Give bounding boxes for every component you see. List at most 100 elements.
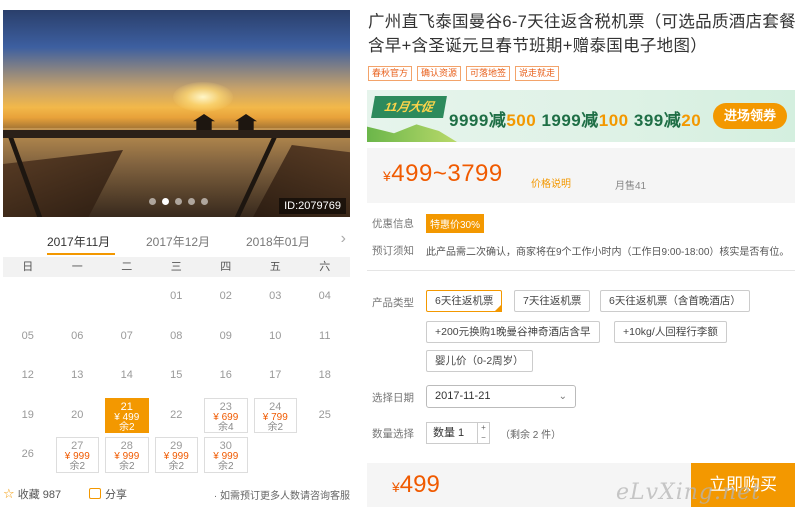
product-tag: 春秋官方 — [368, 66, 413, 81]
share-button[interactable]: 分享 — [89, 486, 127, 502]
day-number: 23 — [219, 400, 232, 413]
calendar-day-available[interactable]: 24 ¥ 799 余2 — [253, 397, 297, 433]
calendar-day: 01 — [170, 290, 183, 302]
calendar-day: 03 — [269, 290, 282, 302]
product-tags: 春秋官方 确认资源 可落地签 说走就走 — [368, 66, 560, 81]
slide-indicators[interactable] — [149, 198, 208, 205]
calendar-day: 15 — [170, 369, 183, 381]
calendar-day: 09 — [219, 329, 232, 342]
monthly-sales: 月售41 — [615, 181, 647, 192]
pavilion-left — [193, 114, 215, 130]
claim-coupon-button[interactable]: 进场领券 — [713, 103, 787, 129]
left-column: ID:2079769 2017年11月 2017年12月 2018年01月 › … — [0, 0, 352, 532]
day-remaining: 余4 — [217, 421, 234, 433]
product-type-label: 产品类型 — [372, 297, 414, 309]
calendar-day-available[interactable]: 29 ¥ 999 余2 — [154, 437, 198, 473]
pier-far — [3, 130, 350, 138]
day-remaining: 余2 — [118, 421, 135, 433]
slide-dot[interactable] — [162, 198, 169, 205]
deal-discount: 20 — [681, 111, 702, 130]
chevron-right-icon[interactable]: › — [341, 230, 346, 248]
promo-badge: 特惠价30% — [426, 214, 485, 233]
product-type-option[interactable]: 6天往返机票（含首晚酒店） — [600, 290, 750, 312]
calendar-day: 18 — [318, 369, 331, 381]
calendar-day-available[interactable]: 21 ¥ 499 余2 — [105, 397, 149, 433]
calendar-day: 02 — [219, 290, 232, 302]
tab-month-3[interactable]: 2018年01月 — [246, 233, 310, 250]
product-type-option[interactable]: 6天往返机票 — [426, 290, 503, 312]
tab-month-2[interactable]: 2017年12月 — [146, 233, 210, 250]
quantity-stepper[interactable]: 数量 1 + − — [426, 422, 490, 444]
slide-dot[interactable] — [175, 198, 182, 205]
photo-id-label: ID:2079769 — [279, 198, 346, 214]
price-explain-link[interactable]: 价格说明 — [531, 175, 571, 190]
calendar-day: 14 — [120, 369, 133, 381]
favorite-button[interactable]: ☆ 收藏 987 — [3, 486, 61, 502]
calendar-empty — [102, 277, 152, 317]
calendar-grid: 01 02 03 04 05 06 07 08 09 10 11 12 13 14 15 16 17 18 19 20… — [3, 277, 350, 475]
weekday-label: 五 — [269, 261, 281, 273]
promo-label: 优惠信息 — [372, 218, 414, 230]
calendar: 日 一 二 三 四 五 六 01 02 03 04 05 06 07 08 09 10 11 12 13 14 15 16… — [3, 257, 350, 475]
calendar-day: 04 — [318, 290, 331, 302]
favorite-label: 收藏 987 — [17, 489, 62, 501]
calendar-day-available[interactable]: 30 ¥ 999 余2 — [204, 437, 248, 473]
deal-threshold: 399减 — [633, 111, 682, 130]
day-price: ¥ 499 — [114, 411, 140, 423]
day-remaining: 余2 — [118, 461, 135, 472]
active-month-underline — [47, 253, 115, 255]
day-price: ¥ 699 — [213, 411, 239, 423]
calendar-day: 17 — [269, 369, 282, 381]
calendar-day: 11 — [319, 329, 331, 342]
calendar-day: 26 — [21, 448, 34, 460]
calendar-day: 19 — [21, 408, 34, 421]
product-title: 广州直飞泰国曼谷6-7天往返含税机票（可选品质酒店套餐含早+含圣诞元旦春节班期+… — [368, 13, 796, 55]
calendar-day: 16 — [219, 369, 232, 381]
banner-badge: 11月大促 — [371, 96, 447, 118]
product-type-option[interactable]: 7天往返机票 — [514, 290, 591, 312]
product-type-option[interactable]: +10kg/人回程行李额 — [614, 321, 727, 343]
calendar-day-available[interactable]: 28 ¥ 999 余2 — [105, 437, 149, 473]
slide-dot[interactable] — [201, 198, 208, 205]
calendar-empty — [53, 277, 103, 317]
weekday-label: 日 — [22, 261, 34, 273]
calendar-day: 12 — [21, 369, 34, 381]
slide-dot[interactable] — [149, 198, 156, 205]
watermark: eLvXing.net — [616, 480, 762, 505]
day-remaining: 余2 — [69, 461, 86, 472]
promo-banner[interactable]: 11月大促 9999减500 1999减100 399减20 进场领券 — [367, 90, 795, 142]
tab-month-1[interactable]: 2017年11月 — [47, 233, 110, 250]
price-box: ¥499~3799 价格说明 月售41 — [367, 148, 795, 203]
day-price: ¥ 799 — [262, 411, 288, 423]
product-tag: 说走就走 — [515, 66, 560, 81]
product-type-option[interactable]: 婴儿价（0-2周岁） — [426, 350, 533, 372]
calendar-day: 25 — [318, 408, 331, 421]
product-tag: 可落地签 — [466, 66, 511, 81]
slide-dot[interactable] — [188, 198, 195, 205]
sunset-glow — [173, 82, 233, 112]
day-number: 24 — [269, 400, 282, 413]
calendar-day-available[interactable]: 23 ¥ 699 余4 — [204, 397, 248, 433]
product-type-option[interactable]: +200元换购1晚曼谷神奇酒店含早 — [426, 321, 600, 343]
total-price-value: 499 — [399, 471, 440, 498]
star-icon: ☆ — [3, 486, 15, 501]
calendar-day: 08 — [170, 329, 183, 342]
product-photo[interactable]: ID:2079769 — [3, 10, 350, 217]
price-range: ¥499~3799 — [383, 160, 503, 188]
share-icon — [89, 488, 101, 499]
deal-discount: 500 — [506, 111, 537, 130]
left-footer: ☆ 收藏 987 分享 · 如需预订更多人数请咨询客服 — [3, 484, 350, 504]
deal-threshold: 1999减 — [541, 111, 599, 130]
stepper-arrows[interactable]: + − — [477, 423, 489, 443]
deal-threshold: 9999减 — [449, 111, 507, 130]
day-remaining: 余2 — [168, 461, 185, 472]
price-range-value: 499~3799 — [391, 160, 503, 187]
calendar-day: 22 — [170, 408, 183, 421]
weekday-label: 一 — [71, 261, 83, 273]
weekday-header: 日一二三四五六 — [3, 257, 350, 277]
weekday-label: 三 — [170, 261, 182, 273]
date-select[interactable]: 2017-11-21 ⌄ — [426, 385, 576, 408]
quantity-value: 数量 1 — [433, 427, 465, 439]
day-number: 21 — [120, 400, 133, 413]
calendar-day-available[interactable]: 27 ¥ 999 余2 — [55, 437, 99, 473]
